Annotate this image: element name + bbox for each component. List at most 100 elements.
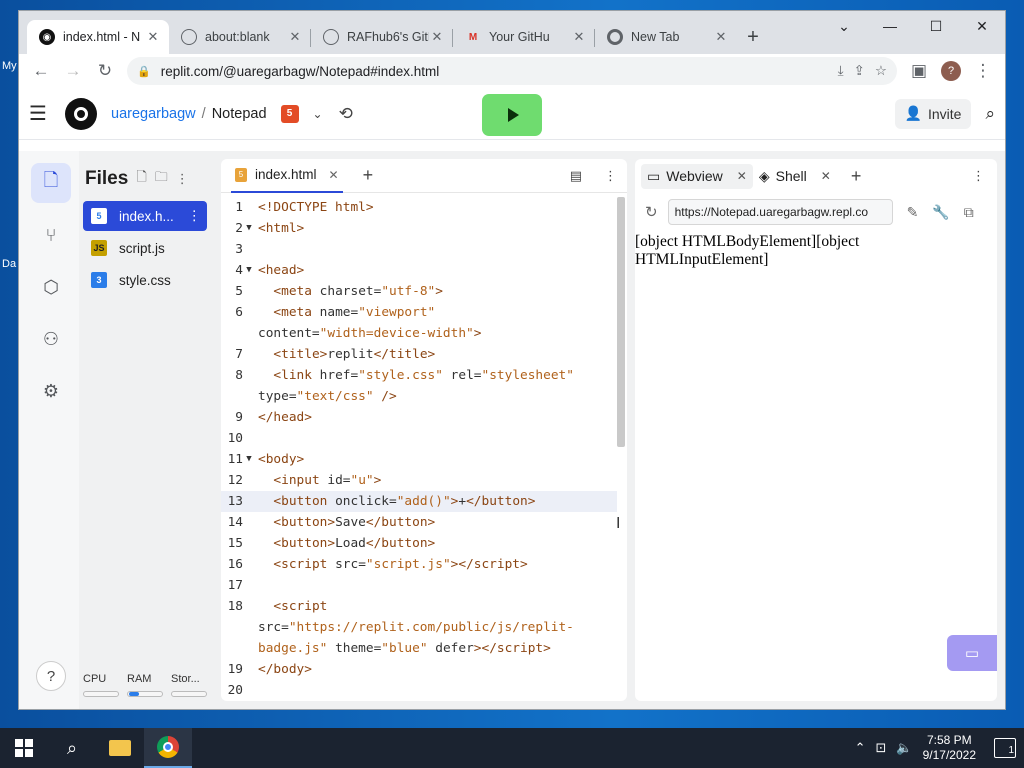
browser-tab-gmail[interactable]: M Your GitHu ✕ bbox=[453, 20, 595, 54]
replit-logo[interactable] bbox=[65, 97, 97, 130]
new-folder-icon[interactable]: 🗀 bbox=[155, 168, 168, 190]
code-line[interactable]: type="text/css" /> bbox=[221, 386, 617, 407]
code-line[interactable]: 6 <meta name="viewport" bbox=[221, 302, 617, 323]
code-text[interactable] bbox=[255, 428, 258, 449]
code-area[interactable]: 1 <!DOCTYPE html> 2 ▼ <html> 3 4 ▼ <head> 5 <meta… bbox=[221, 197, 617, 701]
close-icon[interactable]: ✕ bbox=[737, 169, 747, 183]
code-line[interactable]: 19 </body> bbox=[221, 659, 617, 680]
code-line[interactable]: 10 bbox=[221, 428, 617, 449]
tab-search-icon[interactable]: ⌄ bbox=[821, 11, 867, 41]
code-line[interactable]: 4 ▼ <head> bbox=[221, 260, 617, 281]
webview-url-input[interactable]: https://Notepad.uaregarbagw.repl.co bbox=[667, 199, 893, 225]
close-icon[interactable]: ✕ bbox=[329, 168, 339, 182]
fold-arrow-icon[interactable]: ▼ bbox=[243, 218, 255, 239]
code-line[interactable]: 11 ▼ <body> bbox=[221, 449, 617, 470]
fold-arrow-icon[interactable]: ▼ bbox=[243, 260, 255, 281]
add-tab-button[interactable]: + bbox=[363, 165, 374, 186]
browser-tab-replit[interactable]: ◉ index.html - N ✕ bbox=[27, 20, 169, 54]
code-text[interactable]: <meta charset="utf-8"> bbox=[255, 281, 443, 302]
taskbar-search-icon[interactable]: ⌕ bbox=[48, 728, 96, 768]
devtools-wrench-icon[interactable]: 🔧 bbox=[932, 204, 949, 221]
code-line[interactable]: badge.js" theme="blue" defer></script> bbox=[221, 638, 617, 659]
code-line[interactable]: 12 <input id="u"> bbox=[221, 470, 617, 491]
code-text[interactable]: <body> bbox=[255, 449, 304, 470]
close-tab-icon[interactable]: ✕ bbox=[287, 29, 303, 45]
notification-center-icon[interactable]: 1 bbox=[994, 738, 1016, 758]
code-line[interactable]: 16 <script src="script.js"></script> bbox=[221, 554, 617, 575]
files-rail-icon[interactable]: 🗋 bbox=[31, 163, 71, 203]
file-item-script-js[interactable]: JS script.js bbox=[83, 233, 207, 263]
user-icon[interactable]: ⚇ bbox=[31, 319, 71, 359]
network-icon[interactable]: ⊡ bbox=[876, 740, 887, 756]
browser-menu-icon[interactable]: ⋮ bbox=[967, 55, 999, 87]
code-text[interactable]: <head> bbox=[255, 260, 304, 281]
code-line[interactable]: 13 <button onclick="add()">+</button> bbox=[221, 491, 617, 512]
desktop-icon-label[interactable]: Da bbox=[2, 258, 16, 270]
version-control-icon[interactable]: ⑂ bbox=[31, 215, 71, 255]
files-menu-icon[interactable]: ⋮ bbox=[176, 171, 189, 187]
browser-tab-github[interactable]: RAFhub6's GitH ✕ bbox=[311, 20, 453, 54]
code-text[interactable]: <button>Load</button> bbox=[255, 533, 435, 554]
code-text[interactable]: <meta name="viewport" bbox=[255, 302, 435, 323]
browser-tab-new[interactable]: New Tab ✕ bbox=[595, 20, 737, 54]
code-line[interactable]: 17 bbox=[221, 575, 617, 596]
code-line[interactable]: 7 <title>replit</title> bbox=[221, 344, 617, 365]
code-text[interactable]: type="text/css" /> bbox=[255, 386, 397, 407]
fold-arrow-icon[interactable]: ▼ bbox=[243, 449, 255, 470]
history-icon[interactable]: ⟲ bbox=[339, 104, 353, 124]
close-tab-icon[interactable]: ✕ bbox=[571, 29, 587, 45]
file-item-style-css[interactable]: 3 style.css bbox=[83, 265, 207, 295]
file-explorer-button[interactable] bbox=[96, 728, 144, 768]
help-button[interactable]: ? bbox=[36, 661, 66, 691]
code-text[interactable]: <script bbox=[255, 596, 327, 617]
resource-meters[interactable]: CPU RAM Stor... bbox=[83, 673, 207, 697]
code-line[interactable]: 20 bbox=[221, 680, 617, 701]
username-link[interactable]: uaregarbagw bbox=[111, 106, 196, 122]
lock-icon[interactable]: 🔒 bbox=[137, 65, 151, 78]
close-tab-icon[interactable]: ✕ bbox=[145, 29, 161, 45]
packages-icon[interactable]: ⬡ bbox=[31, 267, 71, 307]
address-bar[interactable]: 🔒 replit.com/@uaregarbagw/Notepad#index.… bbox=[127, 57, 897, 85]
edit-pencil-icon[interactable]: ✎ bbox=[907, 204, 919, 221]
file-item-index-html[interactable]: 5 index.h... ⋮ bbox=[83, 201, 207, 231]
code-text[interactable]: </head> bbox=[255, 407, 312, 428]
tab-shell[interactable]: ◈ Shell ✕ bbox=[753, 164, 837, 189]
refresh-icon[interactable]: ↻ bbox=[645, 203, 658, 221]
chat-button[interactable]: ▭ bbox=[947, 635, 997, 671]
forward-button[interactable]: → bbox=[57, 55, 89, 87]
reload-button[interactable]: ↻ bbox=[89, 55, 121, 87]
code-text[interactable]: <html> bbox=[255, 218, 304, 239]
code-line[interactable]: 2 ▼ <html> bbox=[221, 218, 617, 239]
share-icon[interactable]: ⇪ bbox=[854, 63, 865, 79]
code-text[interactable]: <link href="style.css" rel="stylesheet" bbox=[255, 365, 574, 386]
code-line[interactable]: 14 <button>Save</button> bbox=[221, 512, 617, 533]
back-button[interactable]: ← bbox=[25, 55, 57, 87]
code-line[interactable]: 5 <meta charset="utf-8"> bbox=[221, 281, 617, 302]
code-line[interactable]: 18 <script bbox=[221, 596, 617, 617]
code-text[interactable]: badge.js" theme="blue" defer></script> bbox=[255, 638, 551, 659]
desktop-icon-label[interactable]: My bbox=[2, 60, 17, 72]
editor-layout-icon[interactable]: ▤ bbox=[570, 168, 582, 184]
code-text[interactable] bbox=[255, 680, 258, 701]
code-line[interactable]: src="https://replit.com/public/js/replit… bbox=[221, 617, 617, 638]
code-text[interactable]: <button onclick="add()">+</button> bbox=[255, 491, 535, 512]
chevron-down-icon[interactable]: ⌄ bbox=[313, 107, 323, 121]
code-line[interactable]: 8 <link href="style.css" rel="stylesheet… bbox=[221, 365, 617, 386]
search-icon[interactable]: ⌕ bbox=[985, 104, 995, 124]
profile-button[interactable]: ? bbox=[935, 55, 967, 87]
code-line[interactable]: content="width=device-width"> bbox=[221, 323, 617, 344]
new-tab-button[interactable]: + bbox=[737, 20, 769, 54]
settings-gear-icon[interactable]: ⚙ bbox=[31, 371, 71, 411]
preview-menu-icon[interactable]: ⋮ bbox=[972, 168, 985, 184]
code-text[interactable]: </body> bbox=[255, 659, 312, 680]
tab-webview[interactable]: ▭ Webview ✕ bbox=[641, 163, 753, 189]
editor-tab-index-html[interactable]: 5 index.html ✕ bbox=[231, 159, 343, 193]
code-text[interactable] bbox=[255, 239, 258, 260]
add-tab-button[interactable]: + bbox=[851, 166, 862, 187]
chrome-taskbar-button[interactable] bbox=[144, 728, 192, 768]
start-button[interactable] bbox=[0, 728, 48, 768]
close-window-button[interactable]: ✕ bbox=[959, 11, 1005, 41]
file-menu-icon[interactable]: ⋮ bbox=[188, 208, 202, 224]
browser-tab-about-blank[interactable]: about:blank ✕ bbox=[169, 20, 311, 54]
close-tab-icon[interactable]: ✕ bbox=[713, 29, 729, 45]
